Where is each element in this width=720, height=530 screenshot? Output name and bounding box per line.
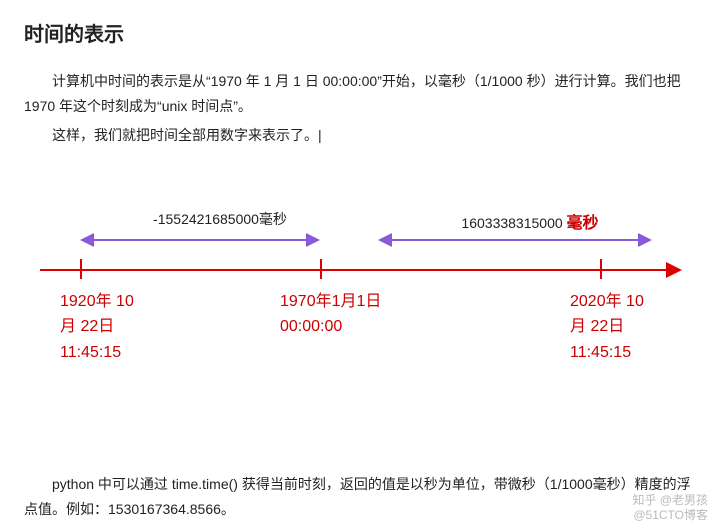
tick-1970 bbox=[320, 259, 322, 279]
label-negative-ms: -1552421685000毫秒 bbox=[120, 209, 320, 229]
paragraph-2: 这样，我们就把时间全部用数字来表示了。| bbox=[24, 123, 696, 148]
arrow-left-span bbox=[82, 239, 318, 241]
page-title: 时间的表示 bbox=[24, 18, 696, 47]
date-1920: 1920年 10 月 22日 11:45:15 bbox=[60, 289, 200, 366]
timeline-diagram: -1552421685000毫秒 1603338315000 毫秒 1920年 … bbox=[40, 199, 680, 389]
tick-1920 bbox=[80, 259, 82, 279]
date-1970: 1970年1月1日 00:00:00 bbox=[280, 289, 440, 340]
arrow-right-span bbox=[380, 239, 650, 241]
tick-2020 bbox=[600, 259, 602, 279]
paragraph-1: 计算机中时间的表示是从“1970 年 1 月 1 日 00:00:00”开始，以… bbox=[24, 69, 696, 119]
date-2020: 2020年 10 月 22日 11:45:15 bbox=[570, 289, 710, 366]
footer-paragraph: python 中可以通过 time.time() 获得当前时刻，返回的值是以秒为… bbox=[24, 472, 696, 522]
timeline-axis bbox=[40, 269, 680, 271]
label-positive-ms: 1603338315000 毫秒 bbox=[420, 209, 640, 233]
